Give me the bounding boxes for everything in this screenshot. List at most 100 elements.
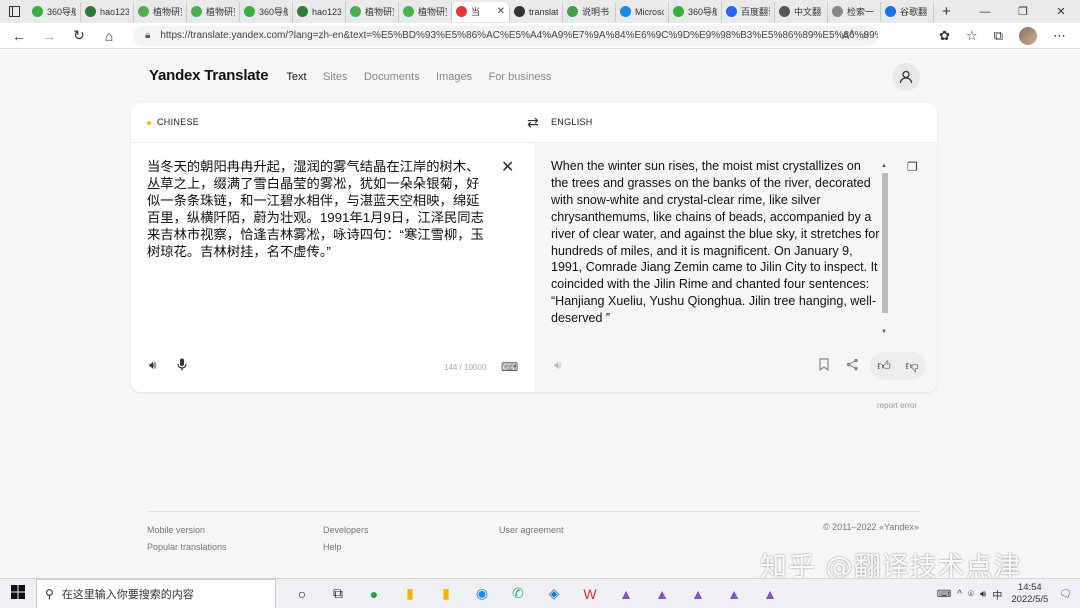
nav-documents[interactable]: Documents (364, 71, 420, 83)
nav-sites[interactable]: Sites (323, 71, 347, 83)
browser-tab[interactable]: 360导航 (28, 1, 81, 22)
browser-tab[interactable]: Microsoft (616, 1, 669, 22)
keyboard-icon[interactable]: ⌨ (501, 360, 518, 374)
system-clock[interactable]: 14:54 2022/5/5 (1011, 582, 1048, 606)
translation-speaker-icon[interactable]: 🔊︎ (554, 358, 562, 373)
browser-tab[interactable]: 中文翻 (775, 1, 828, 22)
tab-favicon-icon (138, 6, 149, 17)
wechat-icon[interactable]: ✆ (500, 585, 536, 602)
tray-overflow-icon[interactable]: ^ (957, 589, 962, 600)
app-icon[interactable]: ◈ (536, 585, 572, 602)
tab-actions-icon[interactable] (0, 0, 28, 23)
network-icon[interactable]: ⌾ (968, 589, 974, 600)
cortana-icon[interactable]: ○ (284, 586, 320, 602)
task-view-icon[interactable]: ⧉ (320, 585, 356, 602)
share-icon[interactable] (846, 358, 859, 374)
tab-label: Microsoft (635, 6, 664, 17)
browser-tab[interactable]: 360导航 (240, 1, 293, 22)
close-window-button[interactable]: ✕ (1042, 5, 1080, 18)
notification-icon[interactable]: 🗨 (1059, 589, 1072, 600)
read-aloud-icon[interactable]: AA ☆ (842, 29, 870, 42)
minimize-button[interactable]: — (966, 6, 1004, 18)
home-button[interactable]: ⌂ (94, 28, 124, 44)
app-mountain-2-icon[interactable]: ▲ (644, 586, 680, 602)
tab-label: 植物研究 (365, 7, 394, 17)
tab-label: 说明书 (582, 7, 610, 17)
new-tab-button[interactable]: + (934, 3, 959, 20)
thumbs-down-icon[interactable]: 👎︎ (905, 358, 918, 374)
browser-tab[interactable]: 说明书 (563, 1, 616, 22)
edge-browser-icon[interactable]: ◉ (464, 585, 500, 602)
volume-icon[interactable]: 🔊︎ (980, 589, 986, 600)
more-menu-icon[interactable]: ⋯ (1053, 28, 1066, 44)
tab-label: 植物研究 (418, 7, 447, 17)
source-language-label: CHINESE (157, 117, 200, 127)
keyboard-tray-icon[interactable]: ⌨ (937, 589, 951, 600)
microphone-icon[interactable] (177, 358, 187, 374)
refresh-button[interactable]: ↻ (64, 27, 94, 44)
bookmark-icon[interactable] (819, 358, 829, 374)
browser-tab[interactable]: 谷歌翻 (881, 1, 934, 22)
site-logo[interactable]: Yandex Translate (149, 67, 269, 84)
file-folder-icon[interactable]: ▮ (392, 585, 428, 602)
wps-icon[interactable]: W (572, 586, 608, 602)
browser-tab[interactable]: translate (510, 1, 563, 22)
browser-tab[interactable]: 百度翻译 (722, 1, 775, 22)
nav-images[interactable]: Images (436, 71, 472, 83)
file-folder-2-icon[interactable]: ▮ (428, 585, 464, 602)
ime-icon[interactable]: 中 (992, 587, 1002, 602)
footer-help-link[interactable]: Help (323, 539, 369, 556)
browser-tab[interactable]: 植物研究 (346, 1, 399, 22)
thumbs-up-icon[interactable]: 👍︎ (877, 358, 891, 374)
extensions-icon[interactable]: ✿ (939, 28, 950, 44)
target-language-selector[interactable]: ENGLISH (551, 117, 593, 127)
translation-scrollbar[interactable]: ▲ ▼ (880, 163, 889, 335)
app-mountain-5-icon[interactable]: ▲ (752, 586, 788, 602)
browser-tab[interactable]: hao123 (81, 1, 134, 22)
nav-for-business[interactable]: For business (489, 71, 552, 83)
scroll-down-arrow-icon[interactable]: ▼ (881, 329, 887, 335)
scroll-up-arrow-icon[interactable]: ▲ (881, 163, 887, 169)
360-browser-icon[interactable]: ● (356, 586, 392, 602)
app-mountain-4-icon[interactable]: ▲ (716, 586, 752, 602)
footer-developers-link[interactable]: Developers (323, 522, 369, 539)
windows-start-icon[interactable] (0, 585, 36, 602)
source-speaker-icon[interactable]: 🔊︎ (149, 358, 157, 373)
lock-icon: 🔒︎ (145, 30, 151, 41)
forward-button[interactable]: → (34, 28, 64, 44)
tab-label: 当 (471, 7, 481, 17)
back-button[interactable]: ← (4, 28, 34, 44)
browser-tab[interactable]: 植物研究 (187, 1, 240, 22)
source-text-input[interactable]: 当冬天的朝阳冉冉升起，湿润的雾气结晶在江岸的树木、丛草之上，缀满了雪白晶莹的雾凇… (147, 158, 492, 260)
swap-languages-icon[interactable]: ⇄ (527, 114, 539, 131)
collections-icon[interactable]: ⧉ (994, 28, 1003, 44)
tab-favicon-icon (403, 6, 414, 17)
site-footer: Mobile version Popular translations Deve… (147, 511, 921, 552)
tab-close-icon[interactable]: ✕ (497, 6, 505, 17)
browser-tab[interactable]: 植物研究 (134, 1, 187, 22)
tab-label: 360导航 (259, 7, 288, 17)
footer-popular-translations-link[interactable]: Popular translations (147, 539, 227, 556)
favorites-icon[interactable]: ☆ (966, 28, 978, 44)
scrollbar-thumb[interactable] (882, 173, 888, 313)
copy-icon[interactable]: ❐ (907, 160, 918, 174)
report-error-link[interactable]: report error (877, 401, 917, 410)
app-mountain-3-icon[interactable]: ▲ (680, 586, 716, 602)
profile-avatar[interactable] (1019, 26, 1037, 45)
source-language-selector[interactable]: CHINESE (147, 117, 199, 127)
nav-text[interactable]: Text (286, 71, 306, 83)
app-mountain-1-icon[interactable]: ▲ (608, 586, 644, 602)
taskbar-search-box[interactable]: ⚲ 在这里输入你要搜索的内容 (36, 578, 276, 608)
browser-tab[interactable]: 植物研究 (399, 1, 452, 22)
browser-tab[interactable]: 当 ✕ (452, 1, 510, 22)
maximize-button[interactable]: ❐ (1004, 5, 1042, 18)
browser-tab[interactable]: 360导航 (669, 1, 722, 22)
clear-text-icon[interactable]: ✕ (501, 157, 514, 177)
url-field[interactable]: 🔒︎ https://translate.yandex.com/?lang=zh… (133, 25, 878, 46)
footer-mobile-version-link[interactable]: Mobile version (147, 522, 227, 539)
tab-favicon-icon (673, 6, 684, 17)
footer-user-agreement-link[interactable]: User agreement (499, 522, 564, 539)
browser-tab[interactable]: hao123 (293, 1, 346, 22)
user-account-button[interactable] (892, 63, 920, 91)
browser-tab[interactable]: 检索一 (828, 1, 881, 22)
